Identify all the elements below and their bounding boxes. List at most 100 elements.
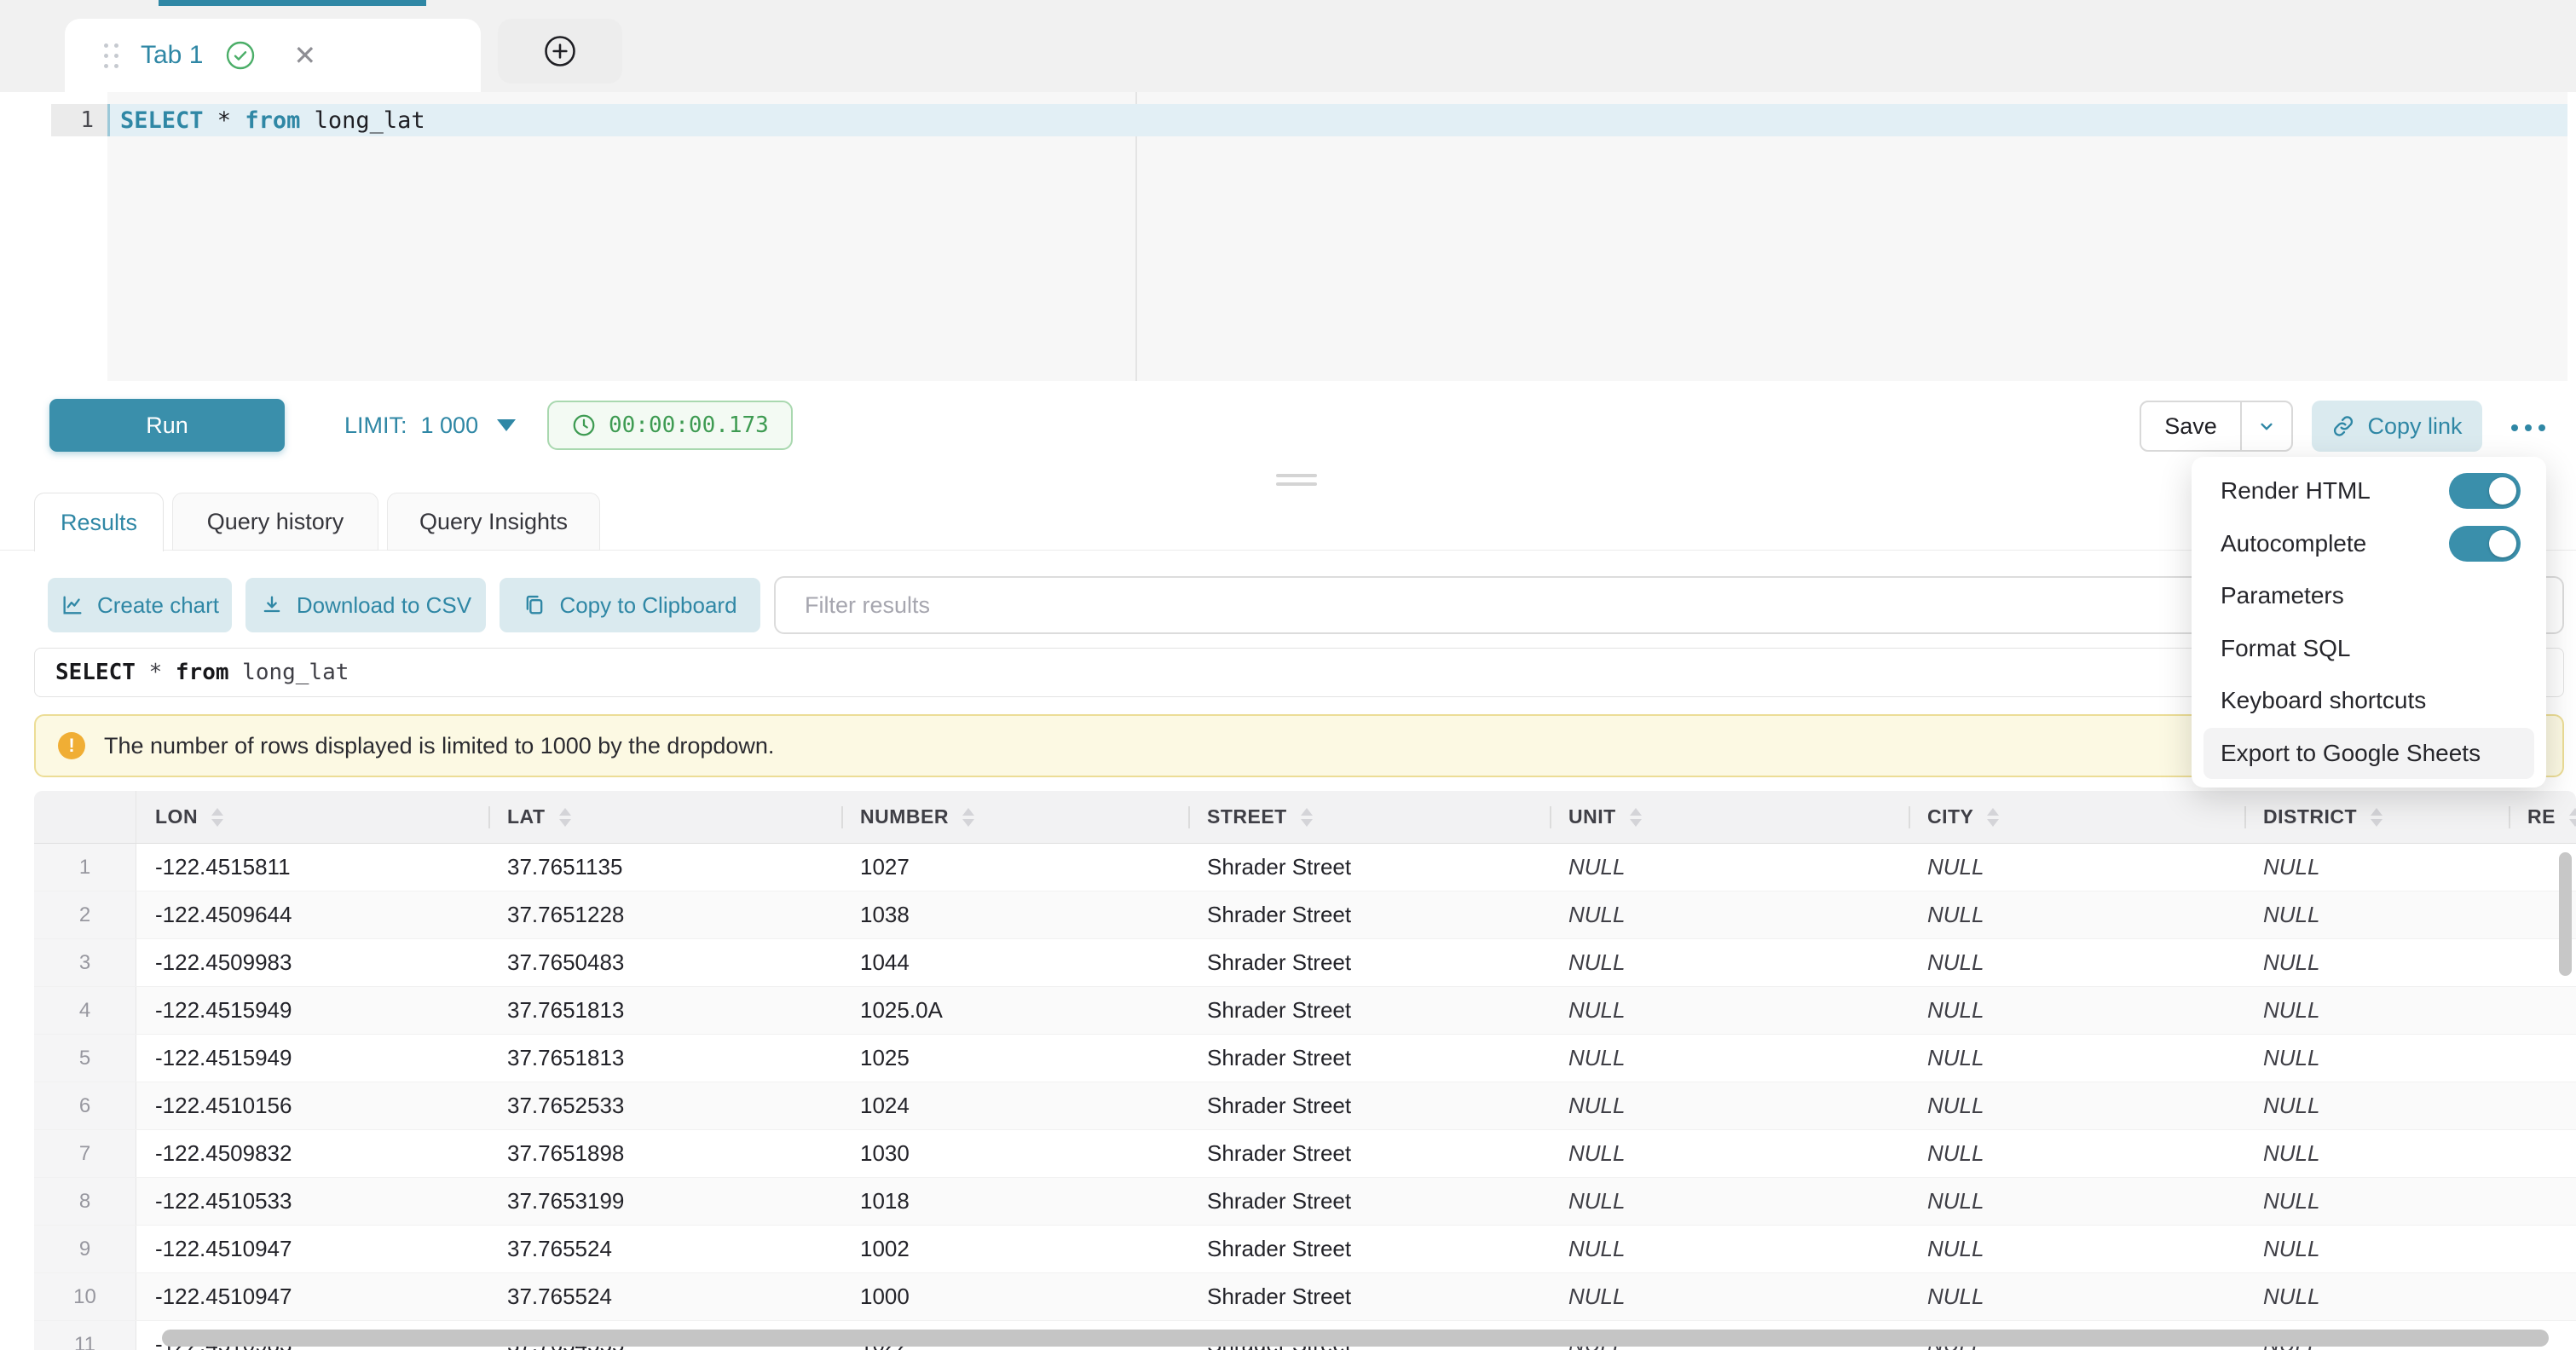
sort-icon[interactable] [1630,808,1642,827]
row-number: 7 [34,1130,136,1177]
row-number: 10 [34,1273,136,1320]
table-cell: NULL [1909,1178,2244,1225]
sort-icon[interactable] [559,808,571,827]
table-cell: Shrader Street [1188,939,1550,986]
table-cell: NULL [2244,1226,2509,1272]
menu-item-label: Parameters [2221,582,2344,609]
copy-clipboard-button[interactable]: Copy to Clipboard [500,578,760,632]
tab-tab1[interactable]: Tab 1 ✕ [65,19,481,92]
row-number: 8 [34,1178,136,1225]
menu-item-format-sql[interactable]: Format SQL [2192,623,2546,674]
menu-item-parameters[interactable]: Parameters [2192,570,2546,621]
panel-resize-handle[interactable] [1276,474,1317,491]
editor-active-line[interactable]: SELECT * from long_lat [107,104,2567,136]
line-number: 1 [51,104,107,136]
table-cell: NULL [1550,1226,1909,1272]
table-row: 7-122.450983237.76518981030Shrader Stree… [34,1130,2576,1178]
table-cell: -122.4510533 [136,1178,488,1225]
new-tab-button[interactable] [498,19,622,84]
table-cell: Shrader Street [1188,891,1550,938]
table-cell: 1038 [841,891,1188,938]
table-cell: Shrader Street [1188,1130,1550,1177]
create-chart-button[interactable]: Create chart [48,578,232,632]
table-cell: -122.4510947 [136,1226,488,1272]
table-cell: NULL [1909,939,2244,986]
table-cell: 1000 [841,1273,1188,1320]
column-header-lat[interactable]: LAT [488,791,841,843]
sort-icon[interactable] [1301,808,1313,827]
table-cell: -122.4509832 [136,1130,488,1177]
column-label: CITY [1927,805,1973,828]
row-limit-warning-banner: ! The number of rows displayed is limite… [34,714,2564,777]
table-cell [2509,1130,2576,1177]
column-header-city[interactable]: CITY [1909,791,2244,843]
menu-item-label: Format SQL [2221,635,2350,662]
column-label: DISTRICT [2263,805,2357,828]
menu-item-keyboard-shortcuts[interactable]: Keyboard shortcuts [2192,675,2546,726]
table-row: 8-122.451053337.76531991018Shrader Stree… [34,1178,2576,1226]
column-header-lon[interactable]: LON [136,791,488,843]
save-button[interactable]: Save [2141,402,2242,450]
vertical-scrollbar[interactable] [2559,852,2572,976]
table-cell [2509,1035,2576,1082]
column-label: NUMBER [860,805,949,828]
run-button[interactable]: Run [49,399,285,452]
table-cell: -122.4515949 [136,1035,488,1082]
menu-item-render-html[interactable]: Render HTML [2192,465,2546,516]
horizontal-scrollbar[interactable] [162,1330,2549,1347]
more-options-button[interactable] [2504,419,2552,436]
clock-icon [571,412,597,438]
table-row: 3-122.450998337.76504831044Shrader Stree… [34,939,2576,987]
limit-value: 1 000 [421,412,479,439]
table-cell: 37.7652533 [488,1082,841,1129]
menu-item-autocomplete[interactable]: Autocomplete [2192,518,2546,569]
table-cell: Shrader Street [1188,987,1550,1034]
menu-item-label: Export to Google Sheets [2221,740,2481,767]
table-cell: NULL [1909,1226,2244,1272]
limit-dropdown[interactable]: LIMIT: 1 000 [344,399,516,452]
render-html-toggle[interactable] [2449,473,2521,509]
table-cell: 1025.0A [841,987,1188,1034]
sql-editor[interactable]: 1 SELECT * from long_lat [51,92,2567,381]
column-label: LAT [507,805,546,828]
query-preview: SELECT * from long_lat [34,648,2564,697]
table-cell: Shrader Street [1188,1178,1550,1225]
row-number: 2 [34,891,136,938]
sort-icon[interactable] [211,808,223,827]
column-header-number[interactable]: NUMBER [841,791,1188,843]
sort-icon[interactable] [962,808,974,827]
sort-icon[interactable] [1987,808,1999,827]
menu-item-export-google-sheets[interactable]: Export to Google Sheets [2203,728,2534,779]
table-cell: NULL [1550,844,1909,891]
tab-query-insights[interactable]: Query Insights [387,493,600,551]
table-cell: Shrader Street [1188,1082,1550,1129]
table-cell: NULL [1550,1130,1909,1177]
copy-link-label: Copy link [2367,413,2462,440]
table-cell [2509,987,2576,1034]
column-header-district[interactable]: DISTRICT [2244,791,2509,843]
table-row: 9-122.451094737.7655241002Shrader Street… [34,1226,2576,1273]
sort-icon[interactable] [2569,808,2576,827]
table-cell: Shrader Street [1188,1035,1550,1082]
close-tab-icon[interactable]: ✕ [293,39,316,72]
table-cell: NULL [1909,844,2244,891]
table-cell: 37.7653199 [488,1178,841,1225]
results-tab-bar: Results Query history Query Insights [0,493,2576,551]
tab-query-history[interactable]: Query history [172,493,378,551]
column-header-re[interactable]: RE [2509,791,2576,843]
table-cell: -122.4510947 [136,1273,488,1320]
drag-handle-icon[interactable] [104,43,118,68]
tab-results[interactable]: Results [34,493,164,551]
column-label: STREET [1207,805,1287,828]
elapsed-time-badge: 00:00:00.173 [547,401,793,450]
column-header-street[interactable]: STREET [1188,791,1550,843]
sort-icon[interactable] [2371,808,2383,827]
column-header-unit[interactable]: UNIT [1550,791,1909,843]
save-options-button[interactable] [2242,402,2291,450]
copy-link-button[interactable]: Copy link [2312,401,2482,452]
autocomplete-toggle[interactable] [2449,526,2521,562]
download-csv-button[interactable]: Download to CSV [245,578,486,632]
table-cell: NULL [2244,1130,2509,1177]
table-cell: 1044 [841,939,1188,986]
table-row: 1-122.451581137.76511351027Shrader Stree… [34,844,2576,891]
